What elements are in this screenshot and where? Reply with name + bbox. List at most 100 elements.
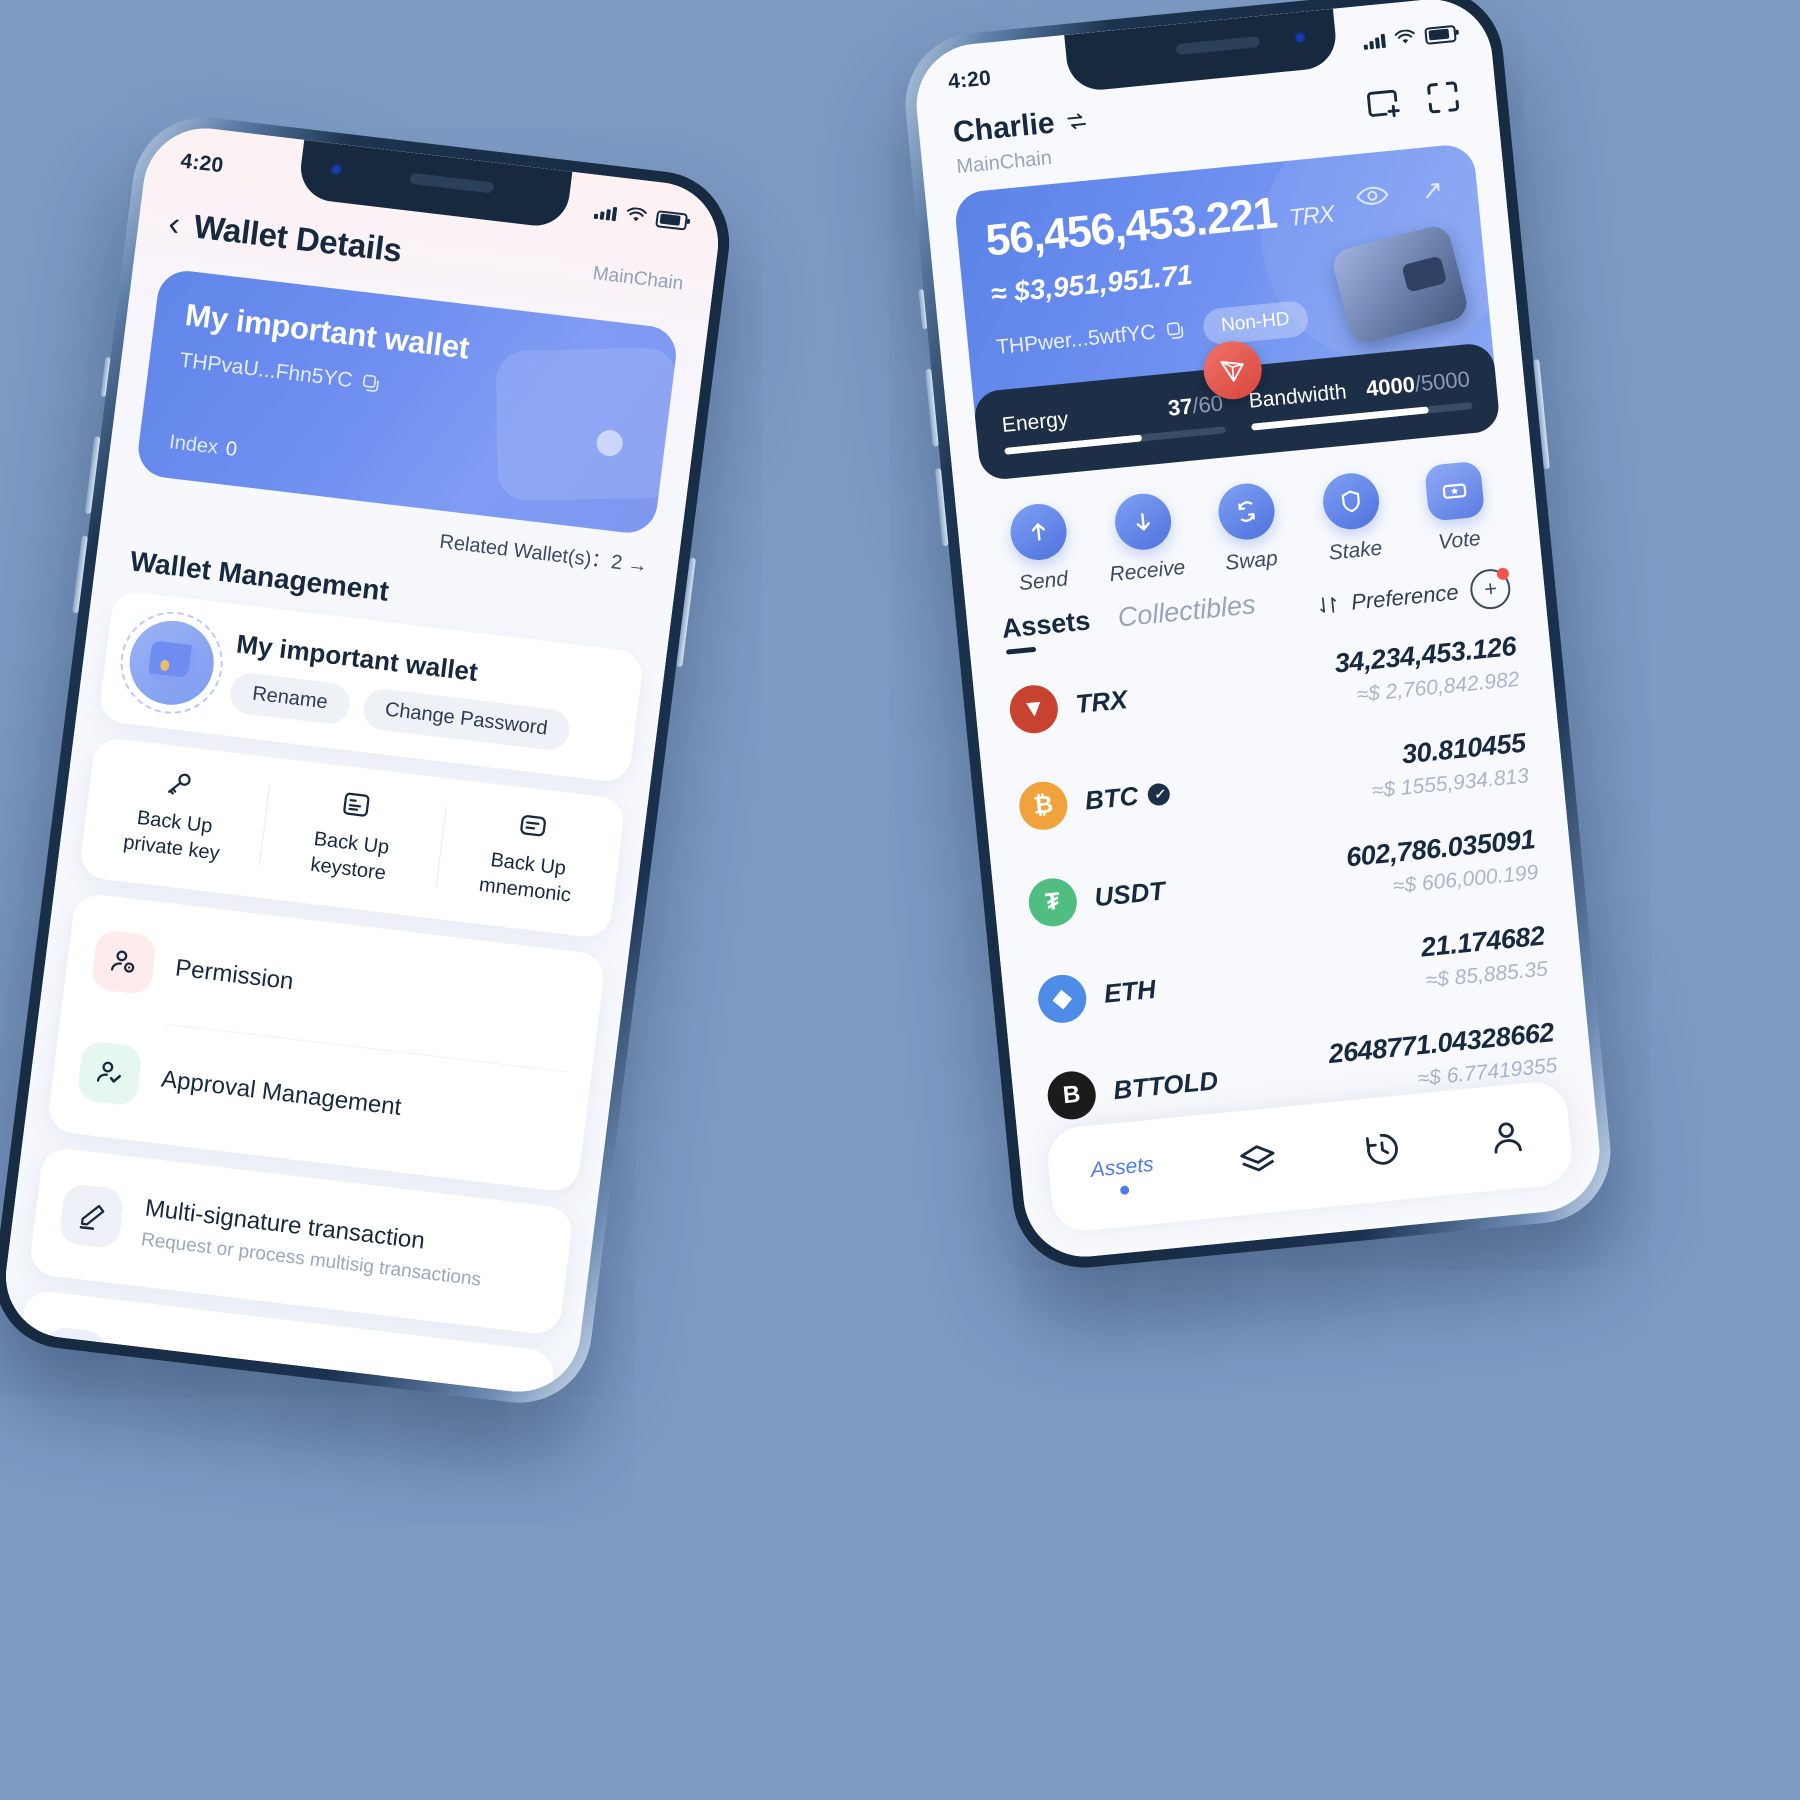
profile-icon <box>1494 1122 1523 1154</box>
bandwidth-label: Bandwidth <box>1247 380 1348 413</box>
copy-icon-right[interactable] <box>1165 320 1187 342</box>
arrow-up-right-icon[interactable]: ↗ <box>1420 174 1445 207</box>
menu-label-permission: Permission <box>173 954 296 996</box>
permission-icon <box>90 929 158 996</box>
menu-item-multi-signature-transaction[interactable]: Multi-signature transaction Request or p… <box>55 1157 548 1325</box>
arrow-down-icon <box>1111 491 1174 553</box>
rename-button[interactable]: Rename <box>227 671 352 726</box>
energy-resource[interactable]: Energy 37/60 <box>1000 390 1226 455</box>
asset-symbol-text: BTTOLD <box>1111 1065 1220 1106</box>
mute-switch[interactable] <box>100 356 111 398</box>
copy-icon[interactable] <box>360 372 382 394</box>
wallet-summary-card[interactable]: My important wallet THPvaU...Fhn5YC Inde… <box>135 267 680 536</box>
asset-logo-eth-icon: ◆ <box>1035 972 1089 1025</box>
battery-icon <box>655 209 689 231</box>
cellular-signal-icon <box>593 203 618 221</box>
index-label: Index <box>167 431 220 459</box>
asset-symbol: ETH <box>1102 974 1157 1010</box>
permission-menu: Permission Approval Management <box>46 892 606 1193</box>
status-icons-right <box>1363 24 1457 50</box>
add-wallet-icon[interactable] <box>1363 82 1405 124</box>
power-button[interactable] <box>676 557 696 668</box>
status-icons <box>593 202 689 231</box>
wifi-icon-right <box>1394 29 1415 44</box>
eye-icon[interactable] <box>1354 181 1390 210</box>
action-label-stake: Stake <box>1327 536 1384 565</box>
wallet-home-page: 4:20 Charlie MainChain ↗ 56,456,453.221 … <box>910 0 1606 1263</box>
permission-panel: Permission Approval Management <box>46 892 607 1194</box>
link-icon <box>40 1325 108 1393</box>
account-switcher[interactable]: Charlie <box>952 103 1090 150</box>
asset-symbol-text: BTC <box>1083 780 1140 816</box>
volume-up-button[interactable] <box>84 436 101 515</box>
asset-fiat-value: ≈$ 85,885.35 <box>1424 957 1549 993</box>
left-phone-device: 4:20 ‹ Wallet Details MainChain My impor… <box>0 109 738 1411</box>
bottom-nav-history[interactable] <box>1360 1126 1406 1172</box>
verified-badge-icon: ✓ <box>1147 781 1172 806</box>
add-token-icon[interactable]: + <box>1468 566 1513 611</box>
layers-icon <box>1240 1145 1275 1172</box>
mute-switch-right[interactable] <box>918 289 928 330</box>
volume-down-button[interactable] <box>72 535 88 614</box>
wallet-index: Index 0 <box>168 431 238 462</box>
index-value: 0 <box>224 437 239 461</box>
pencil-icon <box>58 1183 126 1250</box>
action-receive[interactable]: Receive <box>1094 489 1194 588</box>
asset-logo-bttold-icon: B <box>1045 1068 1098 1122</box>
power-button-right[interactable] <box>1533 359 1550 470</box>
keystore-icon <box>266 779 447 830</box>
arrow-up-icon <box>1007 501 1070 563</box>
bottom-nav-assets[interactable]: Assets <box>1090 1152 1157 1197</box>
bottom-nav-dapps[interactable] <box>1235 1139 1281 1185</box>
action-vote[interactable]: Vote <box>1406 459 1506 558</box>
asset-logo-btc-icon: ₿ <box>1017 779 1070 832</box>
asset-list[interactable]: ▼ TRX 34,234,453.126 ≈$ 2,760,842.982 ₿ BTC ✓ 3… <box>971 606 1592 1133</box>
wallet-avatar[interactable] <box>114 606 229 720</box>
scan-icon[interactable] <box>1422 77 1464 119</box>
wallet-address-text: THPwer...5wtfYC <box>995 320 1157 360</box>
asset-symbol-text: TRX <box>1074 684 1129 720</box>
asset-values: 21.174682 ≈$ 85,885.35 <box>1419 921 1548 994</box>
backup-private-key-button[interactable]: Back Up private key <box>81 758 269 872</box>
back-button[interactable]: ‹ <box>166 205 182 244</box>
active-indicator-dot <box>1119 1184 1130 1195</box>
menu-label-approval-management: Approval Management <box>159 1065 403 1122</box>
asset-identity: ◆ ETH <box>1035 965 1158 1025</box>
sort-icon[interactable] <box>1316 592 1340 616</box>
key-icon <box>89 758 270 809</box>
cellular-signal-icon-right <box>1363 32 1386 50</box>
backup-mnemonic-label: Back Up mnemonic <box>477 849 573 907</box>
change-password-button[interactable]: Change Password <box>360 686 572 753</box>
backup-mnemonic-button[interactable]: Back Up mnemonic <box>435 800 623 914</box>
header-icons <box>1363 77 1464 124</box>
backup-keystore-button[interactable]: Back Up keystore <box>258 779 446 893</box>
menu-label-dapp-connection: DApp Connection <box>123 1351 314 1399</box>
action-swap[interactable]: Swap <box>1198 479 1298 578</box>
screenshot-stage: 4:20 ‹ Wallet Details MainChain My impor… <box>0 0 1800 1800</box>
chain-label[interactable]: MainChain <box>592 263 685 296</box>
volume-up-button-right[interactable] <box>925 368 939 447</box>
energy-label: Energy <box>1000 407 1070 437</box>
action-stake[interactable]: Stake <box>1302 469 1402 568</box>
asset-amount: 21.174682 <box>1419 920 1546 963</box>
bandwidth-resource[interactable]: Bandwidth 4000/5000 <box>1247 366 1473 431</box>
volume-down-button-right[interactable] <box>934 468 949 547</box>
arrow-right-icon: → <box>626 553 649 578</box>
right-phone-device: 4:20 Charlie MainChain ↗ 56,456,453.221 … <box>898 0 1618 1275</box>
status-time-right: 4:20 <box>947 66 993 94</box>
ticket-icon <box>1423 460 1486 522</box>
wifi-icon <box>626 207 647 222</box>
chain-label-right[interactable]: MainChain <box>956 143 1093 179</box>
page-title: Wallet Details <box>191 207 404 269</box>
bottom-nav-profile[interactable] <box>1484 1114 1530 1160</box>
tab-assets[interactable]: Assets <box>1000 605 1093 658</box>
asset-identity: ₮ USDT <box>1026 867 1168 929</box>
switch-account-icon[interactable] <box>1063 108 1089 134</box>
wallet-details-page: 4:20 ‹ Wallet Details MainChain My impor… <box>0 121 726 1399</box>
asset-symbol-text: USDT <box>1093 875 1167 913</box>
wallet-address-right[interactable]: THPwer...5wtfYC <box>995 318 1186 360</box>
preference-label: Preference <box>1350 578 1460 615</box>
asset-identity: B BTTOLD <box>1045 1057 1220 1122</box>
shield-icon <box>1319 470 1382 532</box>
action-send[interactable]: Send <box>990 500 1090 599</box>
